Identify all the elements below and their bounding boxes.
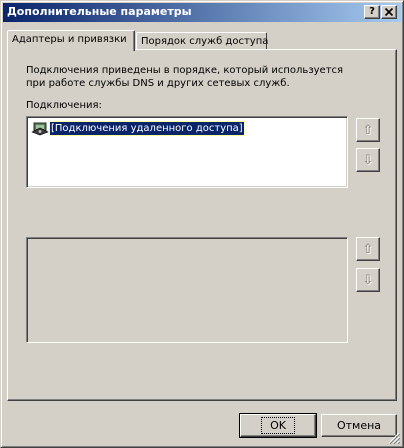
cancel-label: Отмена: [336, 419, 382, 432]
description-line: Подключения приведены в порядке, который…: [26, 65, 344, 76]
ok-button[interactable]: OK: [239, 413, 317, 438]
move-up-button[interactable]: ⇧: [356, 237, 380, 261]
connection-label: [Подключения удаленного доступа]: [49, 120, 245, 136]
cancel-button[interactable]: Отмена: [321, 414, 397, 437]
arrow-down-icon: ⇩: [362, 152, 374, 168]
connections-label: Подключения:: [26, 100, 102, 111]
panel-description: Подключения приведены в порядке, который…: [26, 64, 386, 90]
arrow-up-icon: ⇧: [362, 241, 374, 257]
close-button[interactable]: [381, 5, 397, 19]
dialog-window: Дополнительные параметры ? Адаптеры и пр…: [0, 0, 404, 448]
resize-grip-icon[interactable]: [388, 432, 400, 444]
tab-panel: Подключения приведены в порядке, который…: [7, 49, 397, 401]
help-button[interactable]: ?: [364, 5, 380, 19]
arrow-down-icon: ⇩: [362, 272, 374, 288]
tab-provider-order[interactable]: Порядок служб доступа: [136, 32, 269, 50]
ok-label: OK: [261, 417, 295, 434]
window-title: Дополнительные параметры: [7, 5, 192, 18]
tab-label: Порядок служб доступа: [141, 36, 269, 47]
tab-label: Адаптеры и привязки: [12, 34, 127, 45]
move-up-button[interactable]: ⇧: [356, 118, 380, 142]
bindings-tree[interactable]: [26, 237, 348, 343]
list-item[interactable]: [Подключения удаленного доступа]: [31, 120, 245, 136]
arrow-up-icon: ⇧: [362, 122, 374, 138]
tab-adapters-bindings[interactable]: Адаптеры и привязки: [7, 30, 135, 51]
network-connection-icon: [31, 122, 49, 136]
connections-list[interactable]: [Подключения удаленного доступа]: [26, 116, 348, 188]
move-down-button[interactable]: ⇩: [356, 148, 380, 172]
description-line: при работе службы DNS и других сетевых с…: [26, 78, 290, 89]
title-bar[interactable]: Дополнительные параметры ?: [3, 3, 401, 22]
close-icon: [384, 7, 394, 17]
move-down-button[interactable]: ⇩: [356, 268, 380, 292]
